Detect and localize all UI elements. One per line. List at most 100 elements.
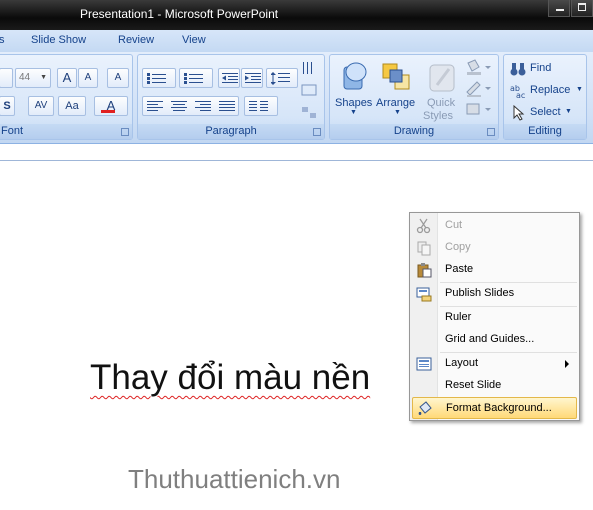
submenu-arrow-icon: [565, 360, 569, 368]
tab-view[interactable]: View: [182, 34, 206, 46]
text-direction-button[interactable]: [300, 60, 320, 78]
alignment-icons: [147, 101, 235, 111]
quick-styles-button[interactable]: Quick Styles: [422, 59, 462, 122]
quick-styles-label-1: Quick: [427, 97, 456, 109]
tab-home-partial[interactable]: s: [0, 34, 5, 46]
editing-group: Find ab ac Replace ▼ Select ▼ Editing: [503, 54, 587, 140]
chevron-down-icon: ▼: [394, 109, 401, 116]
increase-indent-icon: [245, 73, 261, 83]
shrink-font-button[interactable]: A: [78, 68, 98, 88]
font-size-dropdown[interactable]: 44 ▼: [15, 68, 51, 88]
select-button[interactable]: Select ▼: [508, 104, 584, 122]
layout-icon: [416, 357, 432, 371]
menu-item-paste[interactable]: Paste: [412, 259, 577, 281]
shapes-button[interactable]: Shapes ▼: [334, 59, 374, 121]
character-spacing-button[interactable]: AV: [28, 96, 54, 116]
pencil-icon: [466, 81, 491, 97]
increase-indent-button[interactable]: [241, 68, 263, 88]
shape-outline-button[interactable]: [464, 80, 494, 98]
numbering-icon: [184, 73, 203, 84]
clipboard-icon: [417, 263, 432, 278]
menu-item-format-background[interactable]: Format Background...: [412, 397, 577, 419]
menu-item-reset-slide[interactable]: Reset Slide: [412, 375, 577, 397]
arrange-button[interactable]: Arrange ▼: [375, 59, 419, 121]
menu-item-label: Layout: [445, 357, 479, 369]
find-button[interactable]: Find: [508, 60, 584, 78]
minimize-button[interactable]: [548, 0, 570, 17]
cursor-arrow-icon: [513, 105, 525, 121]
menu-item-cut[interactable]: Cut: [412, 215, 577, 237]
font-color-swatch: [101, 110, 115, 113]
ribbon-tabs: s Slide Show Review View: [0, 30, 593, 52]
bullets-icon: [147, 73, 166, 84]
decrease-indent-icon: [222, 73, 238, 83]
shape-effects-button[interactable]: [464, 101, 494, 119]
maximize-button[interactable]: [571, 0, 593, 17]
paint-bucket-icon: [418, 401, 432, 415]
select-label: Select: [530, 106, 561, 118]
copy-icon: [417, 241, 431, 256]
replace-button[interactable]: ab ac Replace ▼: [508, 82, 584, 100]
menu-item-label: Grid and Guides...: [445, 333, 535, 345]
shapes-label: Shapes: [335, 97, 373, 109]
grow-font-button[interactable]: A: [57, 68, 77, 88]
bullets-button[interactable]: [142, 68, 176, 88]
tab-slide-show[interactable]: Slide Show: [31, 34, 86, 46]
editing-group-label: Editing: [504, 124, 586, 139]
font-size-value: 44: [19, 72, 31, 83]
effects-icon: [466, 103, 491, 115]
clear-formatting-button[interactable]: A: [107, 68, 129, 88]
paragraph-group-label: Paragraph: [138, 124, 324, 139]
smartart-icon: [302, 107, 316, 118]
columns-button[interactable]: [244, 96, 278, 116]
change-case-button[interactable]: Aa: [58, 96, 86, 116]
convert-smartart-button[interactable]: [300, 104, 320, 122]
menu-item-label: Publish Slides: [445, 287, 515, 299]
drawing-dialog-launcher[interactable]: [487, 128, 495, 136]
find-label: Find: [530, 62, 552, 74]
watermark-text: Thuthuattienich.vn: [128, 464, 341, 494]
ribbon: 44 ▼ A A A S AV Aa A Font Paragraph Shap…: [0, 52, 593, 144]
align-text-icon: [301, 84, 317, 96]
scissors-icon: [416, 218, 431, 234]
replace-label: Replace: [530, 84, 571, 96]
minimize-icon: [556, 9, 564, 11]
font-name-dropdown[interactable]: [0, 68, 13, 88]
numbering-button[interactable]: [179, 68, 213, 88]
shadow-button[interactable]: S: [0, 96, 15, 116]
arrange-icon: [382, 63, 410, 90]
drawing-group-label: Drawing: [330, 124, 498, 139]
svg-text:ac: ac: [516, 91, 525, 99]
align-text-button[interactable]: [300, 82, 320, 100]
menu-item-label: Copy: [445, 241, 471, 253]
menu-item-ruler[interactable]: Ruler: [412, 307, 577, 329]
menu-item-label: Reset Slide: [445, 379, 502, 391]
chevron-down-icon: ▼: [350, 109, 357, 116]
paragraph-dialog-launcher[interactable]: [313, 128, 321, 136]
menu-item-label: Ruler: [445, 311, 472, 323]
font-color-button[interactable]: A: [94, 96, 128, 116]
arrange-label: Arrange: [376, 97, 416, 109]
slide-title-text[interactable]: Thay đổi màu nền: [90, 358, 370, 398]
menu-item-publish-slides[interactable]: Publish Slides: [412, 283, 577, 305]
alignment-buttons: [142, 96, 239, 116]
menu-item-layout[interactable]: Layout: [412, 353, 577, 375]
text-direction-icon: [303, 62, 312, 74]
decrease-indent-button[interactable]: [218, 68, 240, 88]
tab-review[interactable]: Review: [118, 34, 154, 46]
quick-styles-label-2: Styles: [423, 110, 453, 122]
shape-fill-button[interactable]: [464, 59, 494, 77]
drawing-group: Shapes ▼ Arrange ▼ Quick Styles Drawing: [329, 54, 499, 140]
columns-icon: [249, 101, 268, 111]
font-group: 44 ▼ A A A S AV Aa A Font: [0, 54, 133, 140]
binoculars-icon: [510, 63, 526, 76]
line-spacing-button[interactable]: [266, 68, 298, 88]
font-dialog-launcher[interactable]: [121, 128, 129, 136]
menu-item-copy[interactable]: Copy: [412, 237, 577, 259]
chevron-down-icon: ▼: [40, 74, 47, 81]
menu-item-grid-and-guides[interactable]: Grid and Guides...: [412, 329, 577, 351]
publish-icon: [416, 287, 432, 302]
line-spacing-icon: [271, 72, 290, 85]
chevron-down-icon: ▼: [565, 108, 572, 115]
window-title: Presentation1 - Microsoft PowerPoint: [80, 7, 279, 21]
